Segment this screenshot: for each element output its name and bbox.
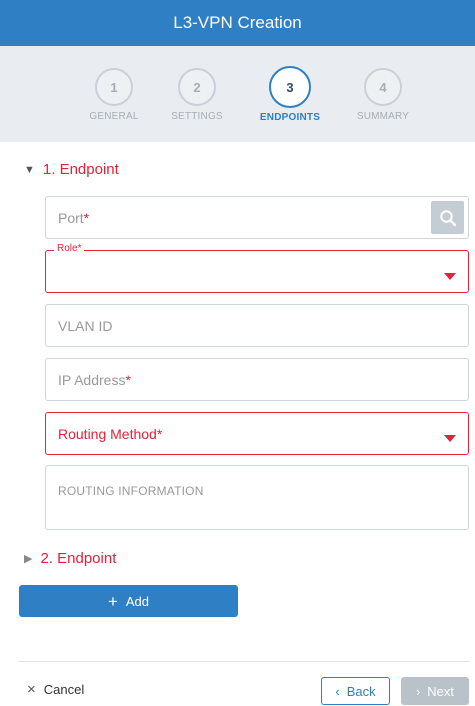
required-mark: *	[125, 371, 131, 388]
add-endpoint-button[interactable]: + Add	[19, 585, 238, 617]
endpoint-2-header[interactable]: ▶ 2. Endpoint	[24, 550, 116, 567]
endpoint-1-title: 1. Endpoint	[42, 161, 119, 178]
chevron-left-icon: ‹	[335, 683, 340, 699]
step-label: SUMMARY	[356, 111, 410, 122]
search-icon	[439, 209, 456, 226]
caret-down-icon: ▼	[24, 163, 35, 176]
back-label: Back	[346, 683, 376, 699]
port-field[interactable]: Port *	[45, 196, 469, 239]
wizard-header: L3-VPN Creation	[0, 0, 475, 46]
caret-right-icon: ▶	[24, 553, 33, 565]
next-button[interactable]: › Next	[401, 677, 469, 705]
ip-address-field[interactable]: IP Address *	[45, 358, 469, 401]
dropdown-caret-icon	[444, 434, 456, 442]
ip-address-placeholder: IP Address	[58, 371, 126, 388]
add-label: Add	[125, 593, 150, 609]
routing-method-label: Routing Method	[58, 425, 157, 442]
footer-divider	[18, 661, 470, 662]
routing-information-label: ROUTING INFORMATION	[58, 484, 204, 498]
back-button[interactable]: ‹ Back	[321, 677, 390, 705]
cancel-label: Cancel	[43, 682, 85, 697]
cancel-button[interactable]: × Cancel	[27, 681, 84, 698]
required-mark: *	[83, 209, 90, 226]
plus-icon: +	[107, 591, 118, 611]
vlan-id-placeholder: VLAN ID	[58, 317, 113, 334]
wizard-stepper: 1 GENERAL 2 SETTINGS 3 ENDPOINTS 4 SUMMA…	[0, 46, 475, 142]
port-search-button[interactable]	[431, 201, 464, 234]
routing-information-field[interactable]: ROUTING INFORMATION	[45, 465, 469, 530]
step-number: 1	[95, 68, 133, 106]
endpoint-1-header[interactable]: ▼ 1. Endpoint	[24, 161, 119, 178]
vlan-id-field[interactable]: VLAN ID	[45, 304, 469, 347]
routing-method-select[interactable]: Routing Method *	[45, 412, 469, 455]
role-label: Role*	[54, 243, 85, 254]
step-number: 2	[178, 68, 216, 106]
port-placeholder: Port	[58, 209, 84, 226]
role-select[interactable]: Role*	[45, 243, 469, 293]
dropdown-caret-icon	[444, 272, 456, 280]
close-icon: ×	[27, 681, 36, 698]
step-number: 3	[269, 66, 311, 108]
page-title: L3-VPN Creation	[173, 13, 302, 32]
chevron-right-icon: ›	[415, 683, 421, 699]
endpoint-2-title: 2. Endpoint	[40, 550, 117, 567]
step-number: 4	[364, 68, 402, 106]
required-mark: *	[156, 425, 163, 442]
next-label: Next	[427, 683, 455, 699]
step-summary[interactable]: 4 SUMMARY	[328, 68, 438, 122]
